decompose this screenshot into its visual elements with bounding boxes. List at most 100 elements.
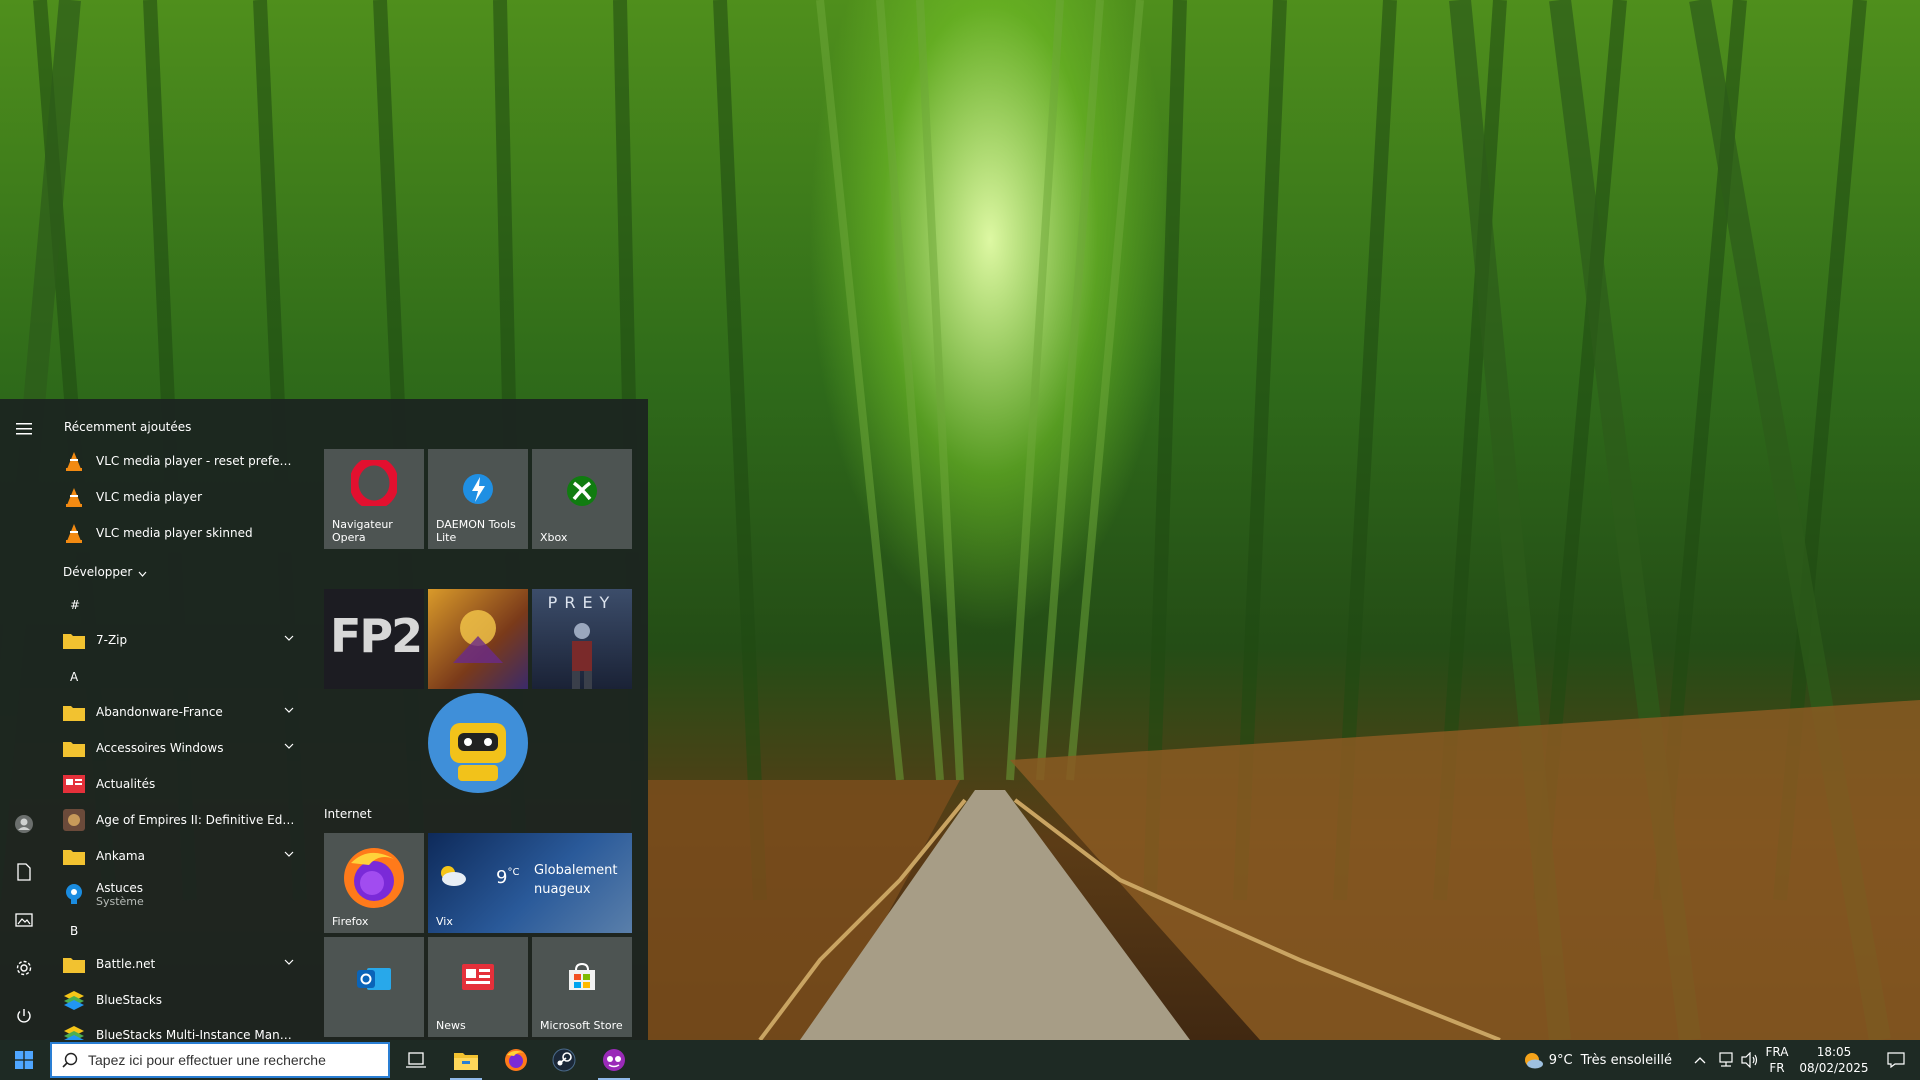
file-explorer-button[interactable] (442, 1040, 490, 1080)
clock[interactable]: 18:05 08/02/2025 (1796, 1044, 1872, 1076)
tile-firefox[interactable]: Firefox (324, 833, 424, 933)
fp2-logo-text: FP2 (330, 609, 423, 663)
tile-label: Navigateur Opera (332, 518, 393, 544)
firefox-icon (505, 1049, 527, 1071)
group-title-internet: Internet (324, 807, 372, 821)
tile-label: Firefox (332, 915, 369, 928)
news-icon (62, 772, 86, 796)
tile-microsoft-store[interactable]: Microsoft Store (532, 937, 632, 1037)
list-item-7zip[interactable]: 7-Zip (62, 624, 308, 656)
search-input[interactable] (88, 1052, 378, 1068)
tile-game-art[interactable] (428, 589, 528, 689)
task-view-icon (406, 1052, 426, 1068)
hamburger-menu-icon[interactable] (12, 417, 36, 441)
recently-added-title: Récemment ajoutées (64, 420, 192, 434)
weather-widget[interactable]: 9°C Très ensoleillé (1522, 1040, 1672, 1080)
folder-icon (62, 952, 86, 976)
network-button[interactable] (1714, 1040, 1738, 1080)
taskbar-search-box[interactable] (50, 1042, 390, 1078)
expand-label: Développer (63, 564, 133, 579)
start-left-rail (0, 399, 48, 1040)
vlc-icon (62, 449, 86, 473)
firefox-icon (344, 848, 404, 908)
chevron-down-icon (284, 851, 294, 857)
weather-condition: Très ensoleillé (1580, 1052, 1672, 1068)
weather-icon (441, 866, 466, 886)
notification-center-button[interactable] (1872, 1040, 1920, 1080)
tile-xbox[interactable]: Xbox (532, 449, 632, 549)
app-label: Battle.net (96, 957, 156, 971)
list-item-accessoires[interactable]: Accessoires Windows (62, 732, 308, 764)
network-icon (1719, 1052, 1733, 1067)
app-label: Accessoires Windows (96, 741, 224, 755)
list-item-vlc-skinned[interactable]: VLC media player skinned (62, 517, 308, 549)
task-view-button[interactable] (392, 1040, 440, 1080)
app-label: BlueStacks Multi-Instance Manager (96, 1028, 296, 1040)
tile-fp2[interactable]: FP2 (324, 589, 424, 689)
app-label: BlueStacks (96, 993, 163, 1007)
list-item-actualites[interactable]: Actualités (62, 768, 308, 800)
bluestacks-icon (62, 1023, 86, 1040)
lang-line1: FRA (1765, 1045, 1789, 1059)
firefox-taskbar-button[interactable] (492, 1040, 540, 1080)
list-item-bluestacks-mim[interactable]: BlueStacks Multi-Instance Manager (62, 1019, 308, 1040)
power-icon[interactable] (12, 1004, 36, 1028)
weather-sun-cloud-icon (1525, 1053, 1543, 1069)
documents-icon[interactable] (12, 860, 36, 884)
tile-label: Vix (436, 915, 453, 928)
list-item-vlc[interactable]: VLC media player (62, 481, 308, 513)
app-label: VLC media player - reset preferences... (96, 454, 296, 468)
opera-icon (351, 460, 397, 506)
daemon-tools-icon (463, 474, 493, 504)
volume-icon (1741, 1052, 1758, 1068)
section-header-b[interactable]: B (70, 924, 78, 938)
list-item-bluestacks[interactable]: BlueStacks (62, 984, 308, 1016)
volume-button[interactable] (1738, 1040, 1762, 1080)
app-label: Astuces (96, 880, 144, 895)
steam-taskbar-button[interactable] (540, 1040, 588, 1080)
clock-date: 08/02/2025 (1799, 1061, 1869, 1075)
tiles-area: Navigateur Opera DAEMON Tools Lite Xbox … (324, 399, 648, 1040)
app-sublabel: Système (96, 894, 144, 908)
expand-button[interactable]: Développer (63, 562, 147, 581)
pictures-icon[interactable] (12, 908, 36, 932)
list-item-vlc-reset[interactable]: VLC media player - reset preferences... (62, 445, 308, 477)
vlc-icon (62, 521, 86, 545)
tile-news[interactable]: News (428, 937, 528, 1037)
list-item-aoe2[interactable]: Age of Empires II: Definitive Edition (62, 804, 308, 836)
vlc-icon (62, 485, 86, 509)
section-header-a[interactable]: A (70, 670, 78, 684)
tile-daemon-tools[interactable]: DAEMON Tools Lite (428, 449, 528, 549)
file-explorer-icon (454, 1053, 478, 1070)
user-avatar-icon[interactable] (12, 812, 36, 836)
list-item-abandonware[interactable]: Abandonware-France (62, 696, 308, 728)
chevron-down-icon (284, 743, 294, 749)
tile-outlook[interactable] (324, 937, 424, 1037)
store-icon (569, 962, 595, 990)
start-button[interactable] (0, 1040, 48, 1080)
clock-time: 18:05 (1816, 1045, 1852, 1059)
xbox-icon (567, 476, 597, 506)
tile-label: Microsoft Store (540, 1019, 623, 1032)
weather-temp: 9 (496, 867, 508, 888)
tile-robot-game[interactable] (428, 693, 528, 793)
list-item-ankama[interactable]: Ankama (62, 840, 308, 872)
app-label: VLC media player skinned (96, 526, 253, 540)
settings-gear-icon[interactable] (12, 956, 36, 980)
list-item-astuces[interactable]: Astuces Système (62, 876, 308, 912)
show-hidden-icons-button[interactable] (1688, 1040, 1712, 1080)
language-indicator[interactable]: FRA FR (1762, 1044, 1792, 1076)
tile-label: DAEMON Tools Lite (436, 518, 516, 544)
list-item-battlenet[interactable]: Battle.net (62, 948, 308, 980)
app-taskbar-button[interactable] (590, 1040, 638, 1080)
tips-icon (62, 882, 86, 906)
tile-weather[interactable]: 9°C Globalement nuageux Vix (428, 833, 632, 933)
tile-prey[interactable]: PREY (532, 589, 632, 689)
app-label: Abandonware-France (96, 705, 223, 719)
tile-opera[interactable]: Navigateur Opera (324, 449, 424, 549)
chevron-down-icon (284, 959, 294, 965)
app-label: VLC media player (96, 490, 203, 504)
windows-logo-icon (15, 1051, 33, 1069)
purple-app-icon (603, 1049, 625, 1071)
section-header-hash[interactable]: # (70, 598, 80, 612)
